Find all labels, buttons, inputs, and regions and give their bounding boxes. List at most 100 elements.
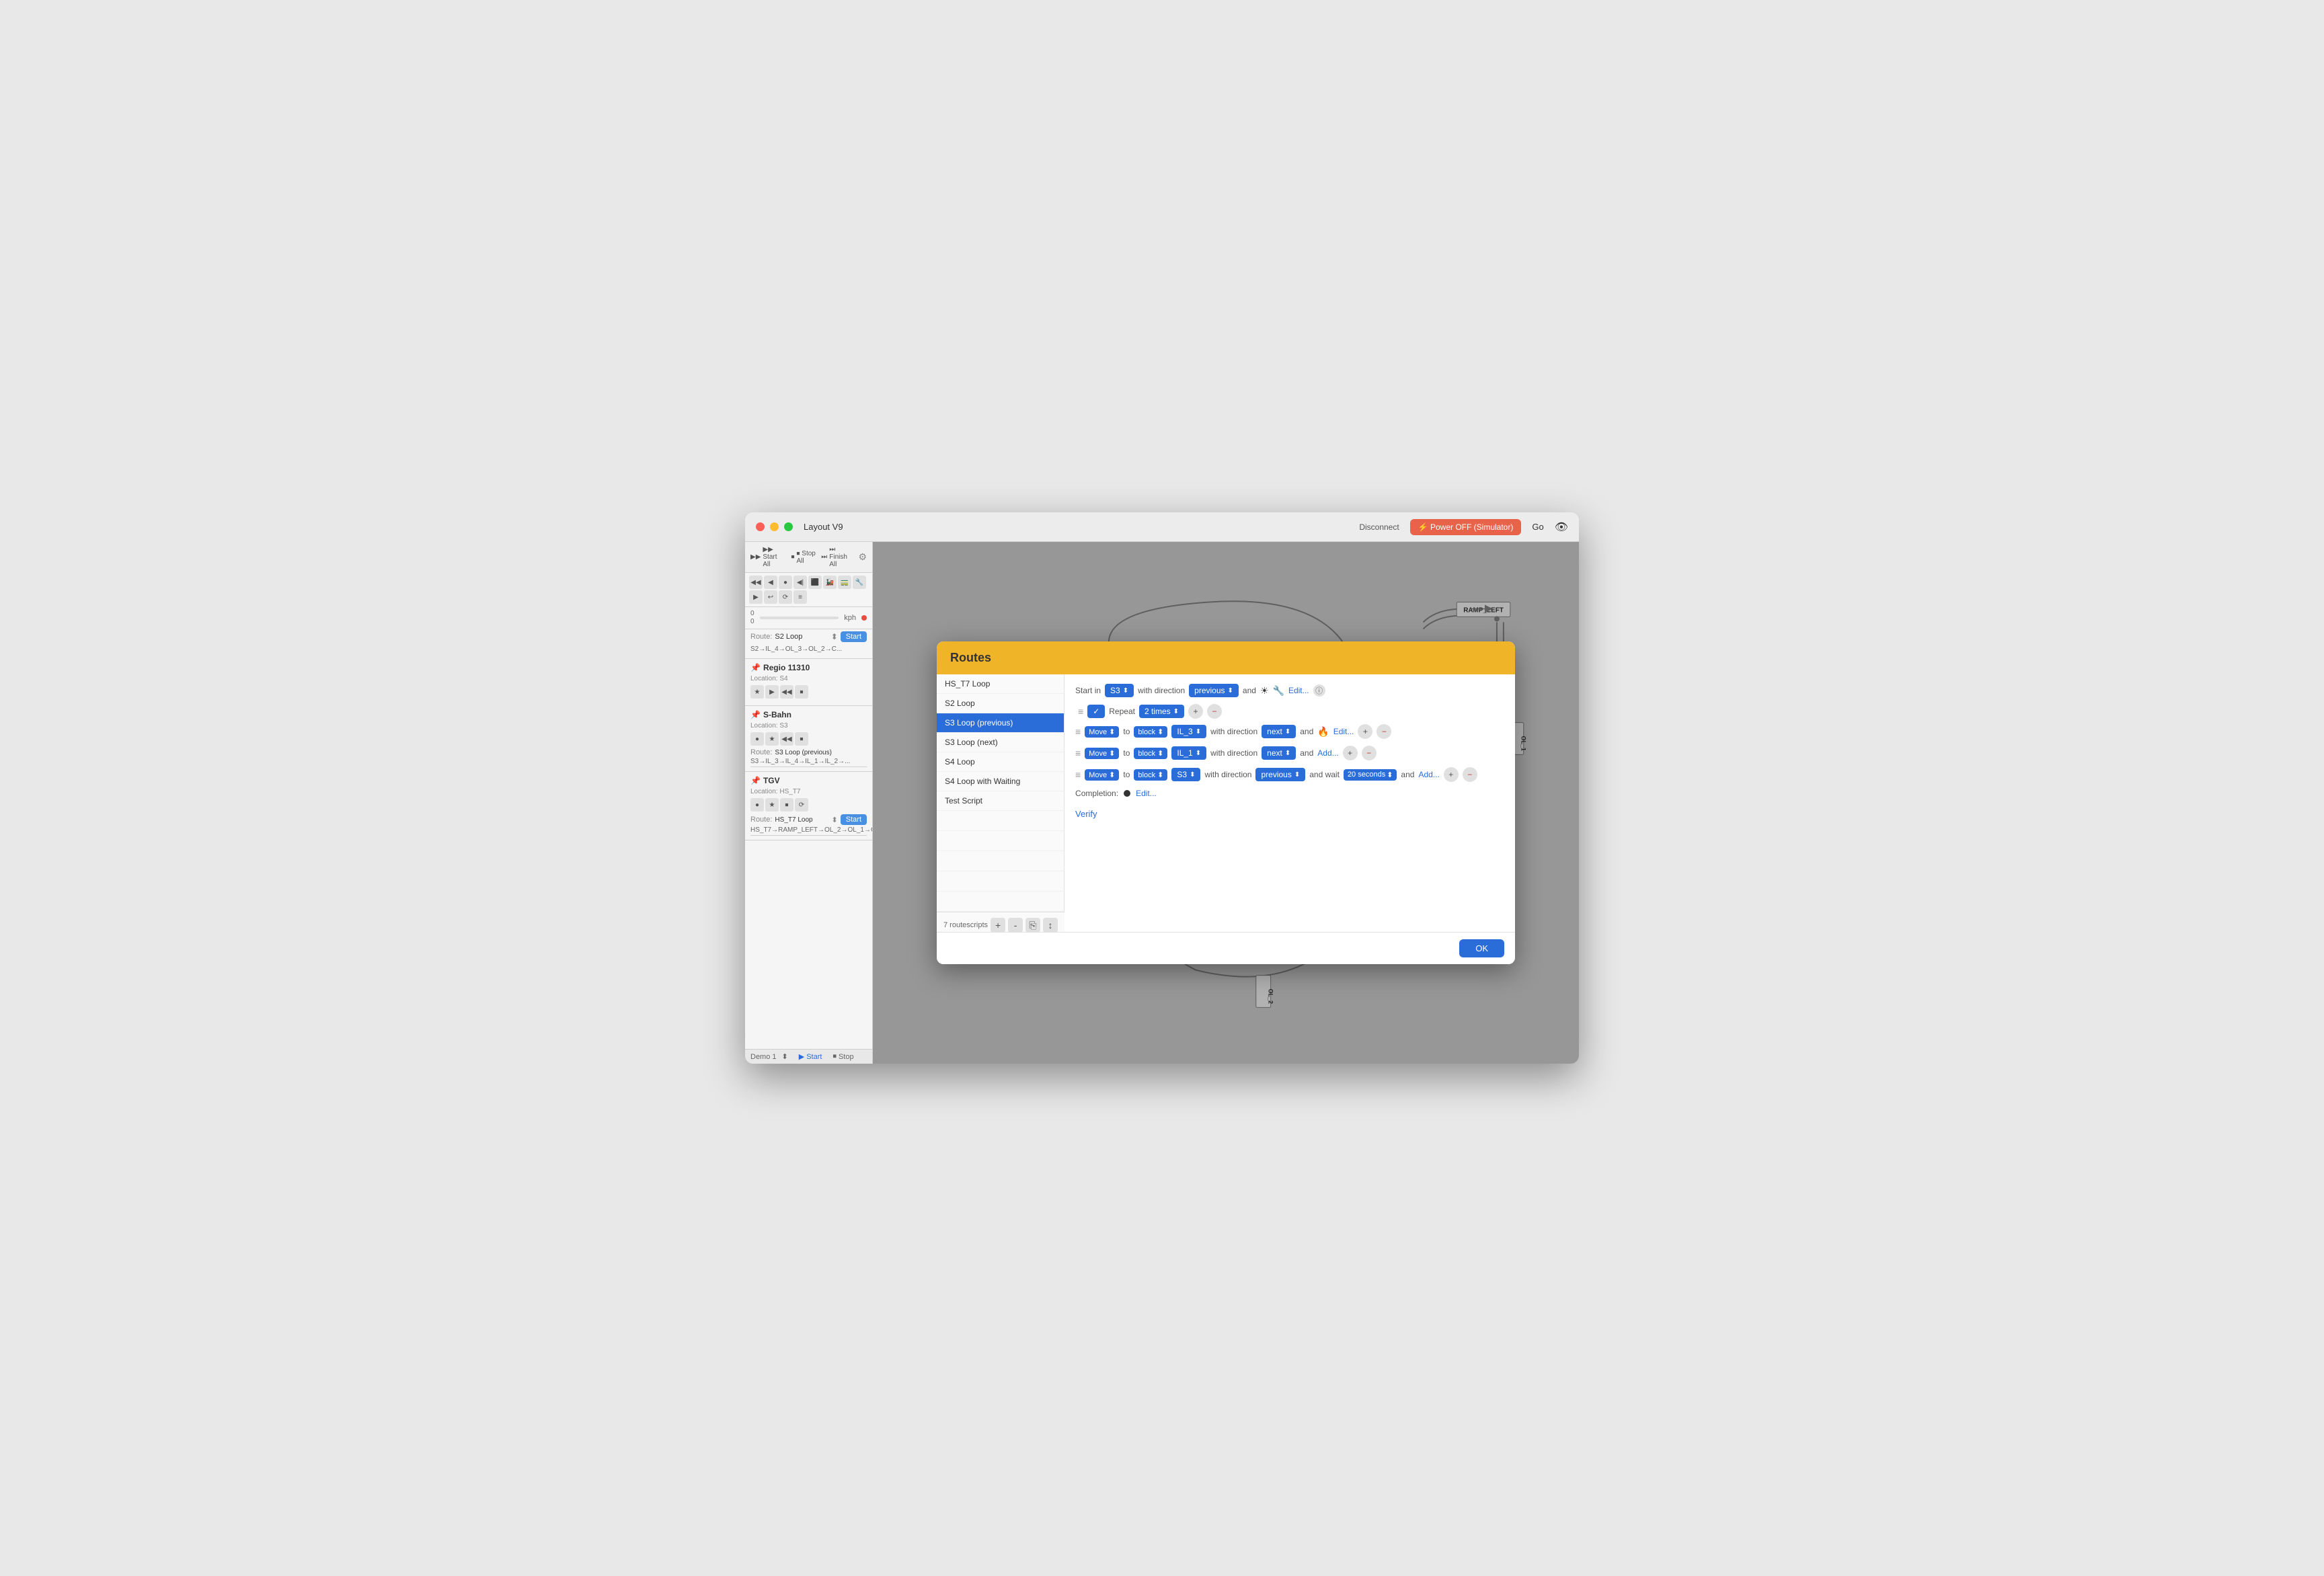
repeat-checkbox[interactable]: ✓ (1087, 705, 1105, 718)
tgv-chevron[interactable]: ⬍ (832, 816, 838, 824)
disconnect-button[interactable]: Disconnect (1359, 522, 1399, 532)
route-chevron[interactable]: ⬍ (831, 632, 838, 641)
repeat-add-button[interactable]: + (1188, 704, 1203, 719)
step2-block-label: block (1138, 750, 1155, 758)
demo-start-button[interactable]: ▶ Start (799, 1052, 822, 1061)
repeat-drag-handle[interactable]: ≡ (1078, 706, 1083, 717)
loco-ctrl-star[interactable]: ★ (750, 685, 764, 699)
step3-block-label-select[interactable]: block ⬍ (1134, 769, 1167, 781)
loco-ctrl-play[interactable]: ▶ (765, 685, 779, 699)
step2-block-label-select[interactable]: block ⬍ (1134, 748, 1167, 759)
settings-icon[interactable]: ⚙ (858, 551, 867, 563)
step1-direction-select[interactable]: next ⬍ (1262, 725, 1296, 738)
repeat-times-select[interactable]: 2 times ⬍ (1139, 705, 1184, 718)
canvas-area[interactable]: RAMP_LEFT RAMP_RIGHT OL_1 OL_2 (873, 542, 1579, 1064)
ctrl-2[interactable]: ◀ (764, 576, 777, 589)
route-item-s4[interactable]: S4 Loop (937, 752, 1064, 772)
sbahn-ctrl-3[interactable]: ◀◀ (780, 732, 793, 746)
step2-action: Move (1089, 750, 1107, 758)
sbahn-ctrl-1[interactable]: ● (750, 732, 764, 746)
route-item-s2[interactable]: S2 Loop (937, 694, 1064, 713)
remove-route-button[interactable]: - (1008, 918, 1023, 932)
loco-ctrl-back[interactable]: ◀◀ (780, 685, 793, 699)
minimize-button[interactable] (770, 522, 779, 531)
step1-block-select[interactable]: IL_3 ⬍ (1171, 725, 1206, 738)
add-route-button[interactable]: + (991, 918, 1005, 932)
step2-move-select[interactable]: Move ⬍ (1085, 748, 1119, 759)
sort-route-button[interactable]: ↕ (1043, 918, 1058, 932)
step2-remove-button[interactable]: − (1362, 746, 1377, 760)
step2-add-button[interactable]: + (1343, 746, 1358, 760)
ctrl-4[interactable]: ◀| (793, 576, 807, 589)
go-button[interactable]: Go (1532, 522, 1543, 532)
step1-edit-button[interactable]: Edit... (1333, 727, 1354, 736)
route-start-button[interactable]: Start (841, 631, 867, 642)
sbahn-ctrl-2[interactable]: ★ (765, 732, 779, 746)
ctrl-11[interactable]: ⟳ (779, 590, 792, 604)
repeat-remove-button[interactable]: − (1207, 704, 1222, 719)
step3-remove-button[interactable]: − (1463, 767, 1477, 782)
completion-label: Completion: (1075, 789, 1118, 798)
route-list-footer: 7 routescripts + - ⎘ ↕ (937, 912, 1064, 932)
tgv-ctrl-1[interactable]: ● (750, 798, 764, 812)
step3-drag-handle[interactable]: ≡ (1075, 769, 1081, 780)
start-direction-select[interactable]: previous ⬍ (1189, 684, 1239, 697)
tgv-ctrl-3[interactable]: ⏹ (780, 798, 793, 812)
sbahn-path: S3→IL_3→IL_4→IL_1→IL_2→... (750, 758, 850, 765)
step3-add-btn[interactable]: Add... (1418, 770, 1439, 779)
step3-move-select[interactable]: Move ⬍ (1085, 769, 1119, 781)
power-off-button[interactable]: ⚡ Power OFF (Simulator) (1410, 519, 1522, 535)
speed-slider[interactable] (760, 617, 839, 619)
loco-ctrl-stop[interactable]: ⏹ (795, 685, 808, 699)
demo-stop-button[interactable]: ⏹ Stop (832, 1052, 853, 1061)
step1-add-button[interactable]: + (1358, 724, 1372, 739)
stop-all-label: ⏹ Stop All (797, 550, 816, 565)
step2-direction-select[interactable]: next ⬍ (1262, 746, 1296, 760)
ctrl-6[interactable]: 🚂 (823, 576, 837, 589)
step1-remove-button[interactable]: − (1377, 724, 1391, 739)
step2-block-select[interactable]: IL_1 ⬍ (1171, 746, 1206, 760)
loco-controls-regio: ★ ▶ ◀◀ ⏹ (750, 685, 867, 699)
tgv-ctrl-2[interactable]: ★ (765, 798, 779, 812)
step1-drag-handle[interactable]: ≡ (1075, 726, 1081, 737)
copy-route-button[interactable]: ⎘ (1025, 918, 1040, 932)
completion-edit-button[interactable]: Edit... (1136, 789, 1157, 798)
ctrl-9[interactable]: ▶ (749, 590, 763, 604)
ctrl-7[interactable]: 🚃 (838, 576, 851, 589)
eye-icon[interactable]: 👁 (1555, 520, 1568, 534)
start-block-select[interactable]: S3 ⬍ (1105, 684, 1134, 697)
route-item-s3-prev[interactable]: S3 Loop (previous) (937, 713, 1064, 733)
ctrl-1[interactable]: ◀◀ (749, 576, 763, 589)
ok-button[interactable]: OK (1459, 939, 1504, 957)
start-all-button[interactable]: ▶▶ ▶▶ Start All (750, 546, 786, 568)
ctrl-3[interactable]: ● (779, 576, 792, 589)
ctrl-5[interactable]: ⬛ (808, 576, 822, 589)
step2-add-btn[interactable]: Add... (1317, 748, 1338, 758)
close-button[interactable] (756, 522, 765, 531)
stop-all-button[interactable]: ⏹ ⏹ Stop All (791, 550, 816, 565)
step1-block-label-select[interactable]: block ⬍ (1134, 726, 1167, 738)
route-item-s3-next[interactable]: S3 Loop (next) (937, 733, 1064, 752)
step2-drag-handle[interactable]: ≡ (1075, 748, 1081, 758)
start-edit-button[interactable]: Edit... (1288, 686, 1309, 695)
tgv-ctrl-4[interactable]: ⟳ (795, 798, 808, 812)
demo-spinner[interactable]: ⬍ (782, 1052, 788, 1061)
step3-block-select[interactable]: S3 ⬍ (1171, 768, 1200, 781)
start-info-icon[interactable]: ⓘ (1313, 684, 1325, 697)
route-item-test[interactable]: Test Script (937, 791, 1064, 811)
loco-section-regio: 📌 Regio 11310 Location: S4 ★ ▶ ◀◀ ⏹ (745, 659, 872, 706)
step3-wait-spinner[interactable]: 20 seconds ⬍ (1344, 769, 1397, 781)
ctrl-8[interactable]: 🔧 (853, 576, 866, 589)
verify-button[interactable]: Verify (1075, 809, 1097, 819)
route-item-hs_t7[interactable]: HS_T7 Loop (937, 674, 1064, 694)
sbahn-ctrl-4[interactable]: ⏹ (795, 732, 808, 746)
step1-move-select[interactable]: Move ⬍ (1085, 726, 1119, 738)
ctrl-12[interactable]: ≡ (793, 590, 807, 604)
step3-add-button[interactable]: + (1444, 767, 1459, 782)
ctrl-10[interactable]: ↩ (764, 590, 777, 604)
step3-direction-select[interactable]: previous ⬍ (1255, 768, 1305, 781)
finish-all-button[interactable]: ⏭ ⏭ Finish All (821, 546, 853, 568)
route-item-s4-waiting[interactable]: S4 Loop with Waiting (937, 772, 1064, 791)
tgv-start-button[interactable]: Start (841, 814, 867, 825)
maximize-button[interactable] (784, 522, 793, 531)
